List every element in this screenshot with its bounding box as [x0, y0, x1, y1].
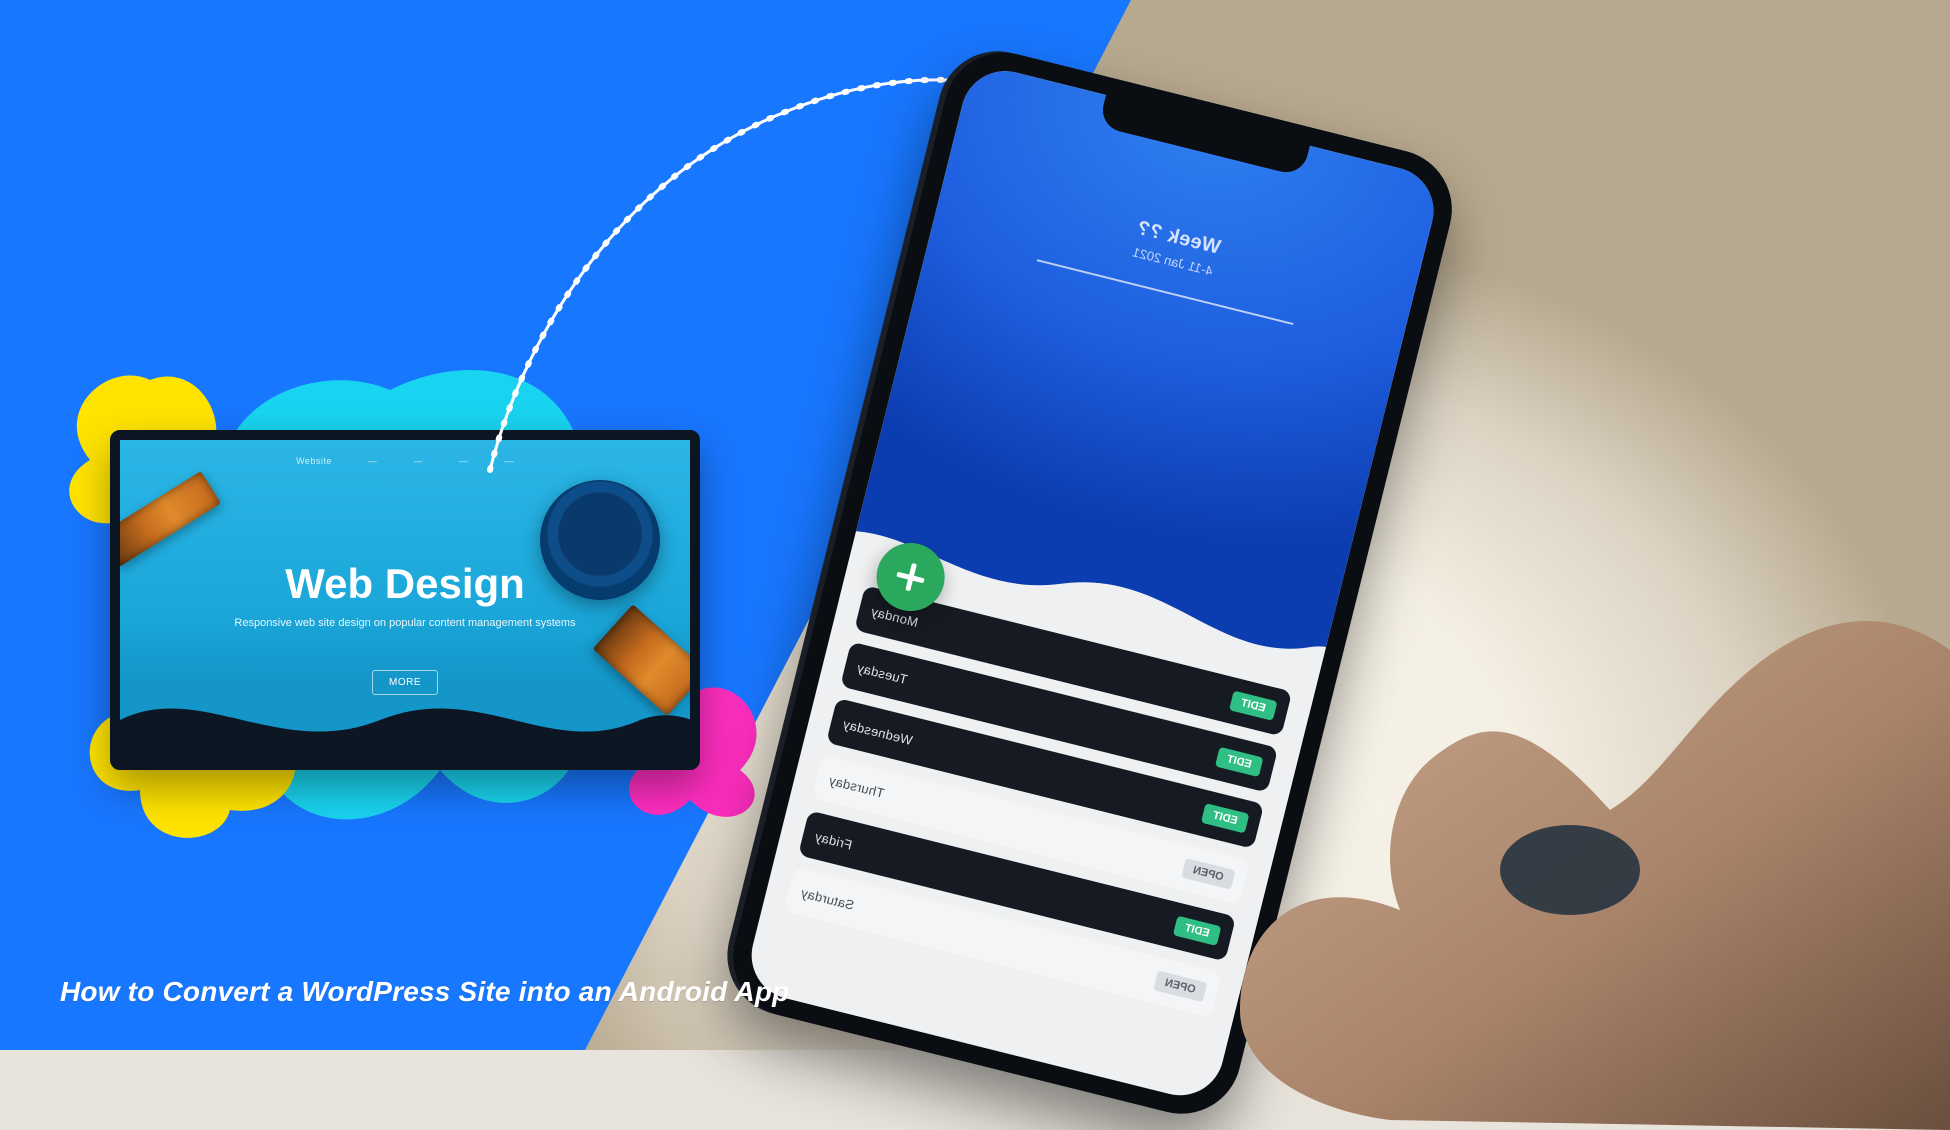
paint-brush-icon [120, 471, 221, 567]
list-item-chip[interactable]: OPEN [1153, 971, 1208, 1003]
tablet-nav-item: — [368, 456, 378, 466]
tablet-nav-item: — [413, 456, 423, 466]
tablet-nav-item: — [459, 456, 469, 466]
list-item-chip[interactable]: EDIT [1215, 747, 1264, 777]
tablet-nav-brand: Website [296, 456, 332, 466]
tablet-cta-button[interactable]: MORE [372, 670, 438, 695]
tablet-nav-item: — [504, 456, 514, 466]
tablet-mockup: Website — — — — Web Design Responsive we… [110, 430, 700, 770]
tablet-subtitle: Responsive web site design on popular co… [180, 615, 630, 632]
tablet-headline: Web Design [120, 560, 690, 608]
tablet-nav: Website — — — — [120, 456, 690, 466]
banner-caption: How to Convert a WordPress Site into an … [60, 976, 789, 1008]
list-item-label: Friday [813, 829, 853, 853]
list-item-chip[interactable]: EDIT [1201, 803, 1250, 833]
list-item-label: Wednesday [841, 716, 914, 748]
phone-hero-title: Week ?? [941, 169, 1416, 308]
phone-hero-subtitle: 4-11 Jan 2021 [936, 196, 1409, 328]
tablet-screen: Website — — — — Web Design Responsive we… [120, 440, 690, 760]
list-item-chip[interactable]: EDIT [1173, 916, 1222, 946]
list-item-label: Tuesday [855, 660, 909, 687]
list-item-chip[interactable]: EDIT [1229, 691, 1278, 721]
list-item-label: Thursday [827, 772, 886, 800]
list-item-chip[interactable]: OPEN [1181, 858, 1236, 890]
list-item-label: Saturday [799, 885, 855, 913]
